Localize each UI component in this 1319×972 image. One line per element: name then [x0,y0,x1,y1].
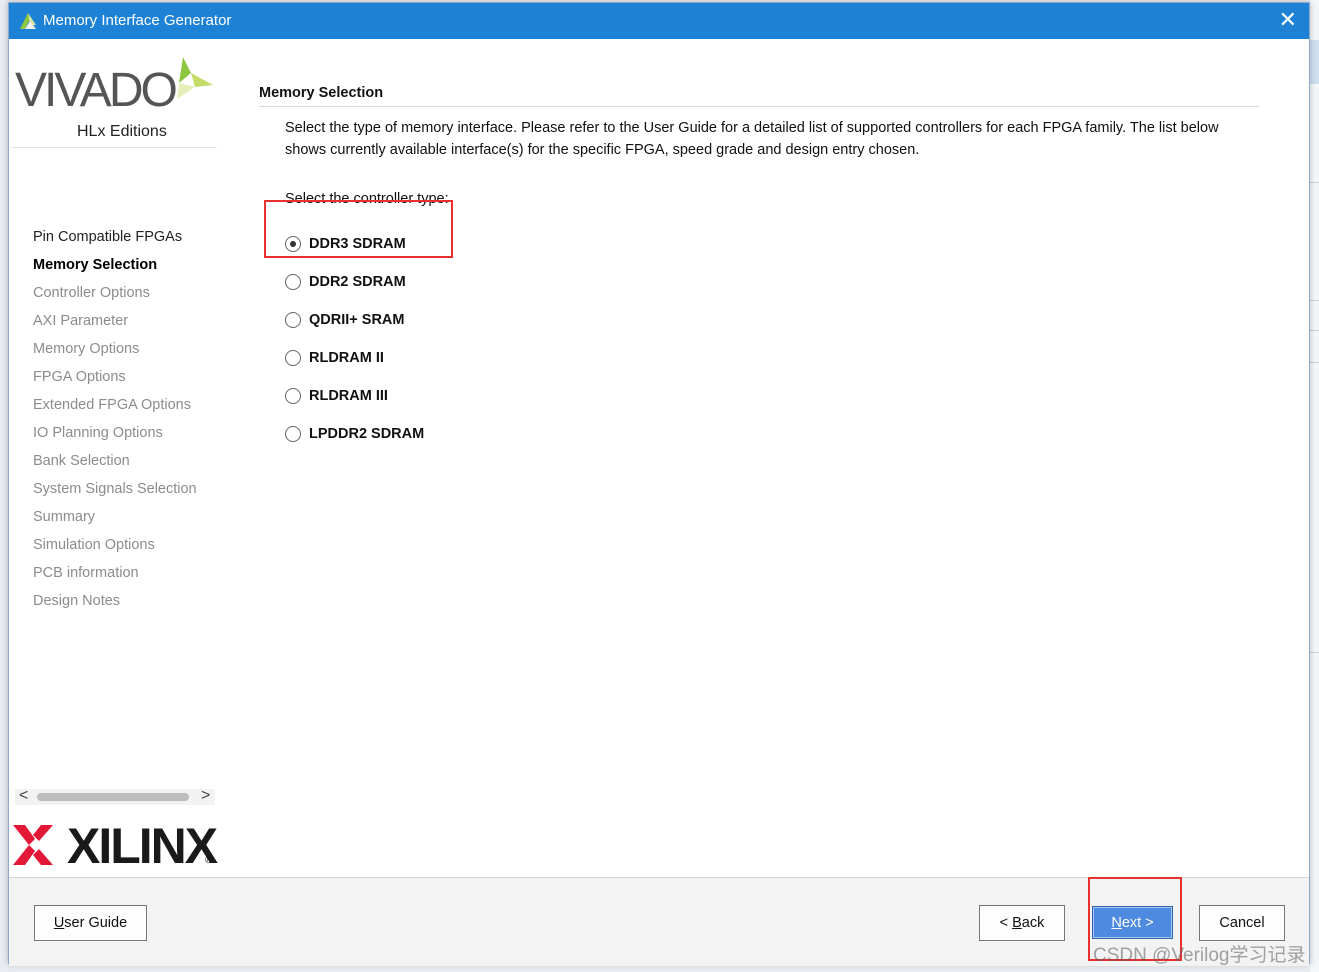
scroll-left-icon[interactable]: < [19,787,28,805]
close-icon[interactable]: ✕ [1279,8,1297,32]
background-divider [1310,362,1319,363]
vivado-app-icon [20,13,36,29]
button-label: ack [1021,915,1045,931]
wizard-steps: Pin Compatible FPGAs Memory Selection Co… [33,227,197,619]
back-button[interactable]: < Back [979,905,1065,941]
radio-unchecked-icon[interactable] [285,274,301,290]
step-pcb-information: PCB information [33,565,139,581]
step-axi-parameter: AXI Parameter [33,313,129,329]
radio-ddr2-sdram[interactable]: DDR2 SDRAM [285,263,424,301]
mnemonic-u: U [53,915,65,931]
radio-unchecked-icon[interactable] [285,350,301,366]
highlight-box-ddr3 [264,200,453,258]
xilinx-logo: XILINX ® [13,817,218,874]
radio-label[interactable]: LPDDR2 SDRAM [309,426,424,442]
title-bar: Memory Interface Generator ✕ [9,3,1309,39]
user-guide-button[interactable]: User Guide [34,905,147,941]
wizard-sidebar: VIVADO HLx Editions Pin Compatible FPGAs… [9,39,220,877]
button-label: < [999,915,1013,931]
background-divider [1310,300,1319,301]
radio-lpddr2-sdram[interactable]: LPDDR2 SDRAM [285,415,424,453]
background-divider [1310,330,1319,331]
section-divider [259,106,1259,107]
vivado-logo: VIVADO HLx Editions [15,57,220,157]
step-design-notes: Design Notes [33,593,121,609]
background-app [1310,0,1319,972]
background-divider [1310,652,1319,653]
watermark-text: CSDN @Verilog学习记录 [1093,945,1306,966]
section-title: Memory Selection [259,85,384,101]
button-label: ser Guide [64,915,128,931]
radio-rldram-iii[interactable]: RLDRAM III [285,377,424,415]
section-description: Select the type of memory interface. Ple… [285,120,1219,158]
step-system-signals-selection: System Signals Selection [33,481,197,497]
hlx-editions-text: HLx Editions [77,123,167,140]
window-title: Memory Interface Generator [43,12,232,29]
registered-mark: ® [205,855,213,866]
radio-label[interactable]: RLDRAM III [309,388,388,404]
step-pin-compatible-fpgas[interactable]: Pin Compatible FPGAs [33,227,197,255]
scrollbar-thumb[interactable] [37,793,189,801]
main-panel: Memory Selection Select the type of memo… [219,39,1309,877]
step-controller-options: Controller Options [33,285,150,301]
scroll-right-icon[interactable]: > [201,787,210,805]
vivado-logo-mark [177,57,213,99]
sidebar-horizontal-scrollbar[interactable]: < > [15,787,215,805]
vivado-logo-text: VIVADO [15,64,178,117]
radio-label[interactable]: QDRII+ SRAM [309,312,404,328]
xilinx-logo-text: XILINX [67,818,218,874]
xilinx-logo-mark [13,825,53,865]
radio-unchecked-icon[interactable] [285,426,301,442]
radio-unchecked-icon[interactable] [285,388,301,404]
radio-rldram-ii[interactable]: RLDRAM II [285,339,424,377]
step-extended-fpga-options: Extended FPGA Options [33,397,191,413]
mnemonic-b: B [1012,915,1022,931]
radio-unchecked-icon[interactable] [285,312,301,328]
controller-type-radio-group: DDR3 SDRAM DDR2 SDRAM QDRII+ SRAM RLDRAM… [285,225,424,453]
step-memory-selection[interactable]: Memory Selection [33,255,197,283]
step-summary: Summary [33,509,96,525]
background-divider [1310,182,1319,183]
logo-divider [11,147,217,148]
step-simulation-options: Simulation Options [33,537,155,553]
background-app-header [1310,40,1319,84]
radio-label[interactable]: DDR2 SDRAM [309,274,406,290]
step-memory-options: Memory Options [33,341,140,357]
dialog-window: Memory Interface Generator ✕ VIVADO HLx … [8,2,1310,966]
radio-label[interactable]: RLDRAM II [309,350,384,366]
step-io-planning-options: IO Planning Options [33,425,163,441]
step-fpga-options: FPGA Options [33,369,126,385]
radio-qdrii-plus-sram[interactable]: QDRII+ SRAM [285,301,424,339]
cancel-button[interactable]: Cancel [1199,905,1285,941]
step-bank-selection: Bank Selection [33,453,130,469]
